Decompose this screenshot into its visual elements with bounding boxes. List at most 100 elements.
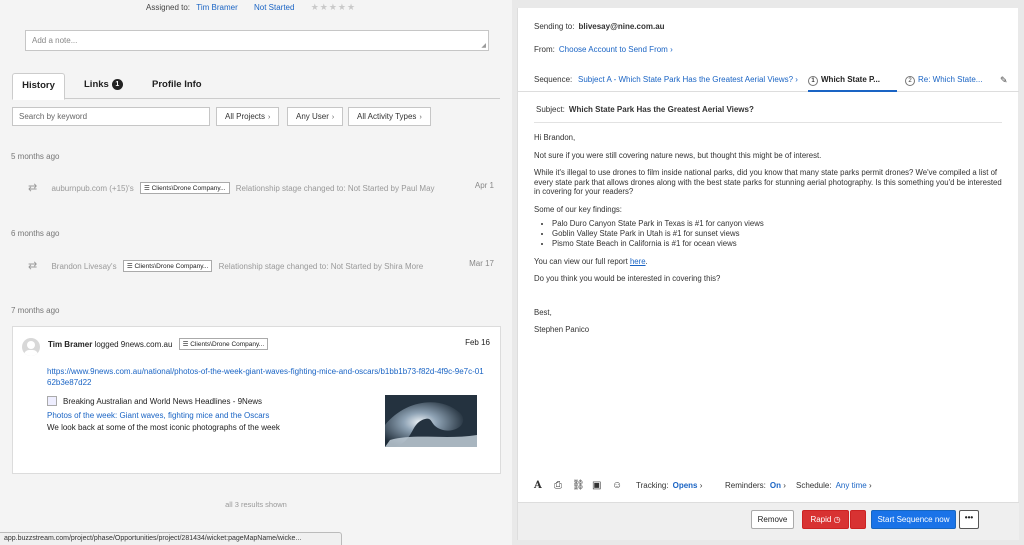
note-placeholder: Add a note... — [32, 36, 78, 45]
search-placeholder: Search by keyword — [19, 112, 88, 121]
activity-filter-dropdown[interactable]: All Activity Types › — [348, 107, 431, 126]
status-link[interactable]: Not Started — [254, 3, 294, 12]
project-tag-label: Clients\Drone Company... — [134, 263, 209, 270]
tab-history[interactable]: History — [12, 73, 65, 100]
rapid-options-button[interactable] — [850, 510, 866, 529]
swap-arrows-icon: ⇄ — [28, 182, 38, 194]
schedule-label: Schedule: — [796, 481, 832, 490]
email-compose-pane: Sending to: blivesay@nine.com.au From: Cho… — [517, 8, 1019, 540]
attachment-icon[interactable]: ⎙ — [554, 480, 562, 491]
step-label: Which State P... — [821, 75, 880, 84]
tab-links-label: Links — [84, 79, 109, 90]
body-paragraph: While it's illegal to use drones to film… — [534, 168, 1002, 196]
sequence-step-2-tab[interactable]: 2 Re: Which State... — [905, 70, 982, 92]
projects-filter-dropdown[interactable]: All Projects › — [216, 107, 280, 126]
signature: Stephen Panico — [534, 325, 590, 334]
history-item-subject[interactable]: Brandon Livesay's — [51, 262, 116, 271]
rapid-button[interactable]: Rapid ◷ — [802, 510, 849, 529]
edit-pencil-icon[interactable]: ✎ — [1000, 75, 1008, 86]
note-input[interactable]: Add a note... ◢ — [25, 30, 489, 51]
sequence-label: Sequence: — [534, 75, 573, 84]
history-tabs: History Links 1 Profile Info — [12, 73, 500, 100]
tracking-value: Opens — [672, 481, 698, 490]
from-row: From: Choose Account to Send From › — [534, 45, 673, 54]
list-item: Pismo State Beach in California is #1 fo… — [552, 239, 1004, 249]
emoji-icon[interactable]: ☺ — [612, 480, 622, 491]
tab-profile-label: Profile Info — [152, 79, 202, 90]
sequence-step-1-tab[interactable]: 1 Which State P... — [808, 70, 897, 92]
tab-history-label: History — [22, 80, 55, 91]
chevron-right-icon: › — [419, 114, 422, 121]
compose-footer: Remove Rapid ◷ Start Sequence now ••• — [518, 502, 1019, 540]
subject-label: Subject: — [536, 105, 565, 114]
report-text: You can view our full report — [534, 256, 628, 266]
logged-url-link[interactable]: https://www.9news.com.au/national/photos… — [47, 366, 487, 388]
remove-button[interactable]: Remove — [751, 510, 794, 529]
preview-title-link[interactable]: Photos of the week: Giant waves, fightin… — [47, 411, 269, 420]
project-tag[interactable]: ☰ Clients\Drone Company... — [178, 338, 269, 350]
compose-toolbar: A ⎙ ⛓ ▣ ☺ Tracking: Opens › Reminders: On … — [534, 480, 1004, 494]
project-tag-label: Clients\Drone Company... — [151, 185, 226, 192]
more-options-button[interactable]: ••• — [959, 510, 979, 529]
logged-link-card: Tim Bramer logged 9news.com.au ☰ Clients… — [12, 326, 501, 474]
from-account-selector[interactable]: Choose Account to Send From › — [559, 45, 673, 54]
findings-list: Palo Duro Canyon State Park in Texas is … — [552, 219, 1004, 249]
activity-filter-label: All Activity Types — [357, 112, 417, 121]
preview-thumbnail[interactable] — [385, 395, 477, 447]
signoff: Best, — [534, 307, 552, 317]
keyword-search-input[interactable]: Search by keyword — [12, 107, 210, 126]
step-label: Re: Which State... — [918, 75, 983, 84]
tracking-option[interactable]: Tracking: Opens › — [636, 481, 702, 490]
from-label: From: — [534, 45, 555, 54]
image-icon[interactable]: ▣ — [592, 480, 601, 491]
body-paragraph: Not sure if you were still covering natu… — [534, 150, 822, 160]
user-filter-dropdown[interactable]: Any User › — [287, 107, 344, 126]
body-paragraph: You can view our full report here. — [534, 257, 1004, 267]
tracking-label: Tracking: — [636, 481, 669, 490]
divider — [534, 122, 1002, 123]
sequence-bar: Sequence: Subject A - Which State Park H… — [518, 70, 1019, 92]
sequence-selector[interactable]: Subject A - Which State Park Has the Gre… — [578, 75, 798, 84]
project-tag[interactable]: ☰ Clients\Drone Company... — [122, 260, 213, 272]
history-item: ⇄ Brandon Livesay's ☰ Clients\Drone Comp… — [28, 259, 494, 273]
assigned-label: Assigned to: — [146, 3, 191, 12]
assignment-row: Assigned to: Tim Bramer Not Started ★★★★… — [146, 2, 356, 13]
projects-filter-label: All Projects — [225, 112, 266, 121]
project-tag[interactable]: ☰ Clients\Drone Company... — [139, 182, 230, 194]
list-item: Goblin Valley State Park in Utah is #1 f… — [552, 229, 1004, 239]
time-group-label: 5 months ago — [11, 152, 60, 161]
step-number: 2 — [905, 76, 915, 86]
email-body-editor[interactable]: Hi Brandon, Not sure if you were still c… — [534, 133, 1004, 343]
assigned-user-link[interactable]: Tim Bramer — [196, 3, 237, 12]
card-action: logged 9news.com.au — [94, 340, 173, 349]
link-icon[interactable]: ⛓ — [572, 480, 585, 491]
chevron-right-icon: › — [268, 114, 271, 121]
schedule-option[interactable]: Schedule: Any time › — [796, 481, 872, 490]
sequence-name: Subject A - Which State Park Has the Gre… — [578, 75, 794, 84]
preview-description: We look back at some of the most iconic … — [47, 423, 280, 432]
recipient-email: blivesay@nine.com.au — [578, 22, 665, 31]
time-group-label: 7 months ago — [11, 306, 60, 315]
subject-text: Which State Park Has the Greatest Aerial… — [568, 105, 754, 114]
user-filter-label: Any User — [296, 112, 329, 121]
from-account-label: Choose Account to Send From — [558, 45, 668, 54]
contact-history-pane: Assigned to: Tim Bramer Not Started ★★★★… — [0, 0, 512, 545]
subject-row[interactable]: Subject: Which State Park Has the Greates… — [536, 105, 754, 114]
avatar — [22, 338, 40, 356]
history-item-date: Apr 1 — [474, 181, 494, 190]
text-format-icon[interactable]: A — [534, 480, 542, 491]
preview-site-name: Breaking Australian and World News Headl… — [63, 397, 263, 406]
reminders-option[interactable]: Reminders: On › — [725, 481, 786, 490]
rapid-label: Rapid — [810, 515, 832, 524]
sending-label: Sending to: — [534, 22, 575, 31]
tab-profile-info[interactable]: Profile Info — [140, 73, 214, 100]
resize-grip-icon[interactable]: ◢ — [481, 42, 486, 49]
tab-links[interactable]: Links 1 — [72, 73, 135, 100]
sending-to-row: Sending to: blivesay@nine.com.au — [534, 22, 665, 31]
start-sequence-button[interactable]: Start Sequence now — [871, 510, 956, 529]
results-count: all 3 results shown — [225, 500, 287, 509]
rating-stars[interactable]: ★★★★★ — [311, 2, 356, 12]
schedule-value: Any time — [835, 481, 867, 490]
report-link[interactable]: here — [630, 257, 646, 266]
history-item-subject[interactable]: auburnpub.com (+15)'s — [51, 184, 133, 193]
